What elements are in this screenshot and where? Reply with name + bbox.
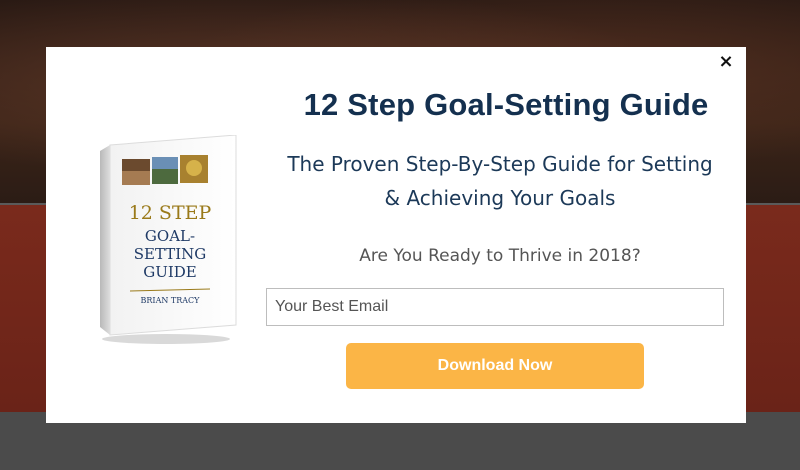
close-icon[interactable]: × [716, 52, 736, 72]
book-title-line4: GUIDE [143, 263, 197, 281]
page-title: 12 Step Goal-Setting Guide [303, 87, 709, 122]
download-button[interactable]: Download Now [346, 343, 644, 389]
subheadline: The Proven Step-By-Step Guide for Settin… [260, 147, 740, 215]
book-cover-image: 12 STEP GOAL- SETTING GUIDE BRIAN TRACY [100, 135, 237, 344]
book-title-line3: SETTING [134, 245, 207, 263]
book-author: BRIAN TRACY [141, 296, 201, 305]
book-title-line1: 12 STEP [129, 202, 212, 224]
email-field[interactable] [266, 288, 724, 326]
subheadline-line2: & Achieving Your Goals [384, 186, 616, 210]
optin-modal: × 12 STEP GOAL- SETTING GUIDE BRIAN TRAC… [46, 47, 746, 423]
subheadline-line1: The Proven Step-By-Step Guide for Settin… [287, 152, 713, 176]
book-title-line2: GOAL- [145, 227, 195, 245]
cta-prompt: Are You Ready to Thrive in 2018? [359, 246, 641, 266]
